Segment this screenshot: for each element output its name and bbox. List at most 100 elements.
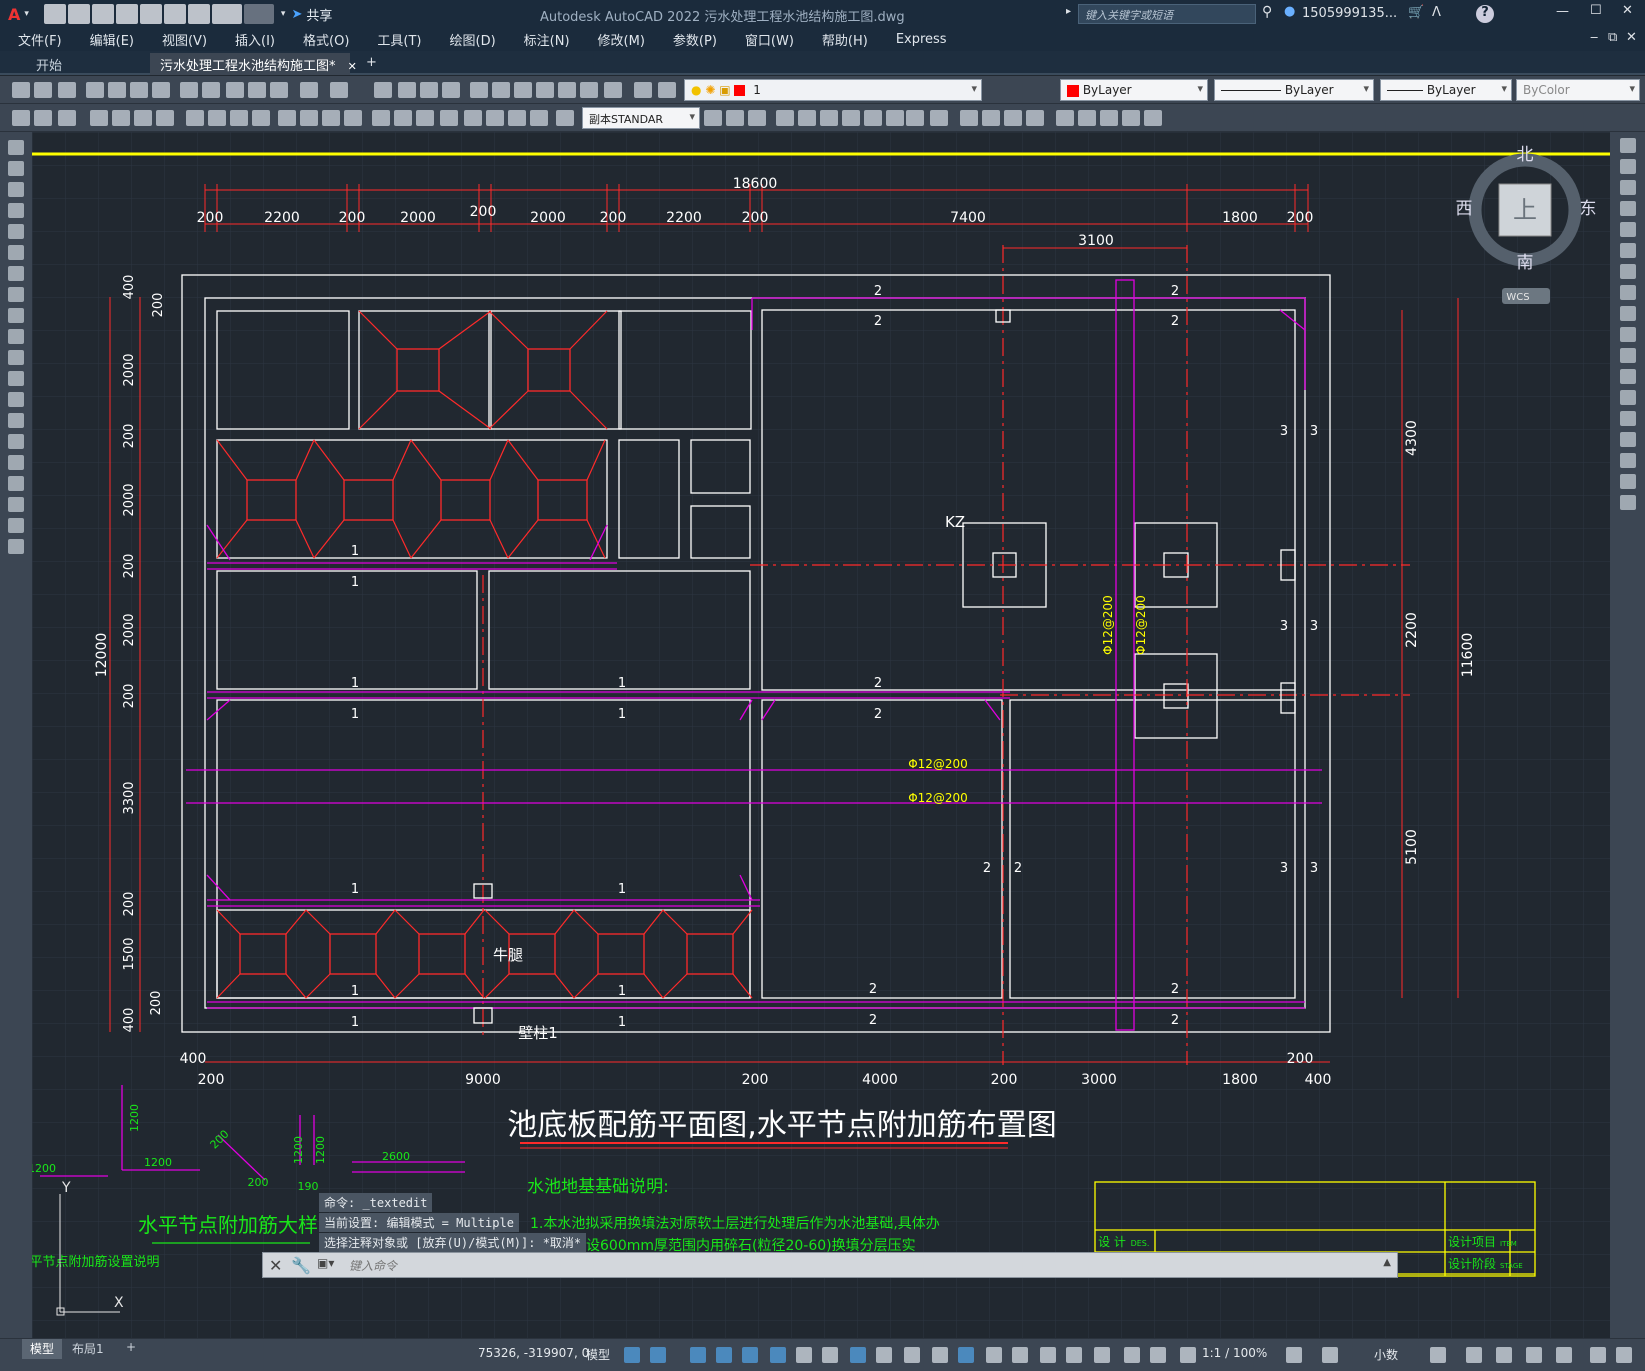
toolbar1-tool-16-icon[interactable] [420, 82, 438, 98]
autodesk-a360-icon[interactable]: Ʌ [1432, 5, 1441, 20]
autocad-logo-icon[interactable]: A [8, 5, 20, 24]
toolbar2-tool-24-icon[interactable] [704, 110, 722, 126]
modify-tool-3-icon[interactable] [1620, 201, 1636, 216]
menu-parametric[interactable]: 参数(P) [659, 30, 731, 49]
draw-tool-0-icon[interactable] [8, 140, 24, 155]
draw-tool-19-icon[interactable] [8, 539, 24, 554]
share-button[interactable]: ➤ 共享 [291, 5, 332, 24]
plot-icon[interactable] [187, 4, 210, 24]
draw-tool-6-icon[interactable] [8, 266, 24, 281]
toolbar1-tool-25-icon[interactable] [634, 82, 652, 98]
modify-tool-10-icon[interactable] [1620, 348, 1636, 363]
toolbar2-tool-36-icon[interactable] [982, 110, 1000, 126]
toolbar2-tool-8-icon[interactable] [208, 110, 226, 126]
doc-minimize-icon[interactable]: ‒ [1590, 30, 1598, 45]
toolbar1-tool-21-icon[interactable] [536, 82, 554, 98]
draw-tool-1-icon[interactable] [8, 161, 24, 176]
toolbar2-tool-30-icon[interactable] [842, 110, 860, 126]
toolbar1-tool-8-icon[interactable] [202, 82, 220, 98]
new-tab-button[interactable]: + [356, 53, 387, 75]
plotstyle-dropdown[interactable]: ByColor ▾ [1516, 79, 1640, 101]
draw-tool-8-icon[interactable] [8, 308, 24, 323]
toolbar1-tool-3-icon[interactable] [86, 82, 104, 98]
toolbar2-tool-6-icon[interactable] [156, 110, 174, 126]
toolbar2-tool-38-icon[interactable] [1026, 110, 1044, 126]
toolbar2-tool-9-icon[interactable] [230, 110, 248, 126]
toolbar2-tool-19-icon[interactable] [464, 110, 482, 126]
open-web-icon[interactable] [139, 4, 162, 24]
menu-window[interactable]: 窗口(W) [731, 30, 808, 49]
command-customize-icon[interactable]: 🔧 [291, 1256, 311, 1275]
text-style-dropdown[interactable]: 副本STANDAR ▾ [582, 107, 700, 129]
app-menu-arrow-icon[interactable]: ▾ [24, 9, 29, 19]
tab-start[interactable]: 开始 [26, 53, 72, 75]
status-toggle-23-icon[interactable] [1430, 1347, 1446, 1363]
modify-tool-9-icon[interactable] [1620, 327, 1636, 342]
tab-model[interactable]: 模型 [22, 1339, 63, 1359]
modify-tool-15-icon[interactable] [1620, 453, 1636, 468]
status-toggle-17-icon[interactable] [1094, 1347, 1110, 1363]
status-toggle-27-icon[interactable] [1556, 1347, 1572, 1363]
toolbar1-tool-12-icon[interactable] [300, 82, 318, 98]
toolbar2-tool-14-icon[interactable] [344, 110, 362, 126]
modify-tool-6-icon[interactable] [1620, 264, 1636, 279]
command-scroll-icon[interactable]: ▲ [1383, 1257, 1391, 1268]
toolbar2-tool-23-icon[interactable] [556, 110, 574, 126]
toolbar2-tool-11-icon[interactable] [278, 110, 296, 126]
status-toggle-24-icon[interactable] [1466, 1347, 1482, 1363]
lineweight-dropdown[interactable]: ByLayer ▾ [1380, 79, 1512, 101]
status-toggle-26-icon[interactable] [1526, 1347, 1542, 1363]
status-toggle-1-icon[interactable] [650, 1347, 666, 1363]
viewcube-east[interactable]: 东 [1580, 199, 1597, 219]
status-toggle-10-icon[interactable] [904, 1347, 920, 1363]
toolbar1-tool-18-icon[interactable] [470, 82, 488, 98]
save-web-icon[interactable] [163, 4, 186, 24]
toolbar1-tool-26-icon[interactable] [658, 82, 676, 98]
tab-layout1[interactable]: 布局1 [72, 1340, 104, 1357]
toolbar2-tool-2-icon[interactable] [58, 110, 76, 126]
toolbar1-tool-17-icon[interactable] [442, 82, 460, 98]
toolbar2-tool-33-icon[interactable] [906, 110, 924, 126]
status-toggle-28-icon[interactable] [1590, 1347, 1606, 1363]
toolbar2-tool-29-icon[interactable] [820, 110, 838, 126]
units-display[interactable]: 小数 [1374, 1346, 1398, 1363]
search-input[interactable]: 键入关键字或短语 [1078, 4, 1256, 24]
modify-tool-2-icon[interactable] [1620, 180, 1636, 195]
toolbar2-tool-21-icon[interactable] [508, 110, 526, 126]
menu-draw[interactable]: 绘图(D) [436, 30, 510, 49]
toolbar2-tool-25-icon[interactable] [726, 110, 744, 126]
status-toggle-16-icon[interactable] [1066, 1347, 1082, 1363]
toolbar1-tool-24-icon[interactable] [604, 82, 622, 98]
status-toggle-20-icon[interactable] [1180, 1347, 1196, 1363]
modify-tool-14-icon[interactable] [1620, 432, 1636, 447]
toolbar1-tool-23-icon[interactable] [580, 82, 598, 98]
modify-tool-12-icon[interactable] [1620, 390, 1636, 405]
toolbar2-tool-12-icon[interactable] [300, 110, 318, 126]
draw-tool-10-icon[interactable] [8, 350, 24, 365]
draw-tool-18-icon[interactable] [8, 518, 24, 533]
status-toggle-7-icon[interactable] [822, 1347, 838, 1363]
viewcube-north[interactable]: 北 [1517, 145, 1534, 165]
draw-tool-3-icon[interactable] [8, 203, 24, 218]
maximize-icon[interactable]: ☐ [1590, 3, 1602, 18]
modify-tool-13-icon[interactable] [1620, 411, 1636, 426]
command-close-icon[interactable]: ✕ [269, 1256, 282, 1275]
toolbar2-tool-0-icon[interactable] [12, 110, 30, 126]
help-icon[interactable]: ? [1476, 5, 1494, 23]
status-toggle-8-icon[interactable] [850, 1347, 866, 1363]
toolbar2-tool-34-icon[interactable] [930, 110, 948, 126]
new-file-icon[interactable] [43, 4, 66, 24]
modify-tool-16-icon[interactable] [1620, 474, 1636, 489]
status-toggle-11-icon[interactable] [932, 1347, 948, 1363]
toolbar1-tool-11-icon[interactable] [270, 82, 288, 98]
viewcube-south[interactable]: 南 [1517, 253, 1534, 273]
menu-file[interactable]: 文件(F) [0, 30, 76, 49]
tab-active-drawing[interactable]: 污水处理工程水池结构施工图* ✕ [150, 53, 357, 75]
toolbar2-tool-32-icon[interactable] [886, 110, 904, 126]
draw-tool-13-icon[interactable] [8, 413, 24, 428]
toolbar2-tool-13-icon[interactable] [322, 110, 340, 126]
modify-tool-8-icon[interactable] [1620, 306, 1636, 321]
status-toggle-9-icon[interactable] [876, 1347, 892, 1363]
toolbar2-tool-37-icon[interactable] [1004, 110, 1022, 126]
search-icon[interactable]: ⚲ [1262, 4, 1272, 20]
